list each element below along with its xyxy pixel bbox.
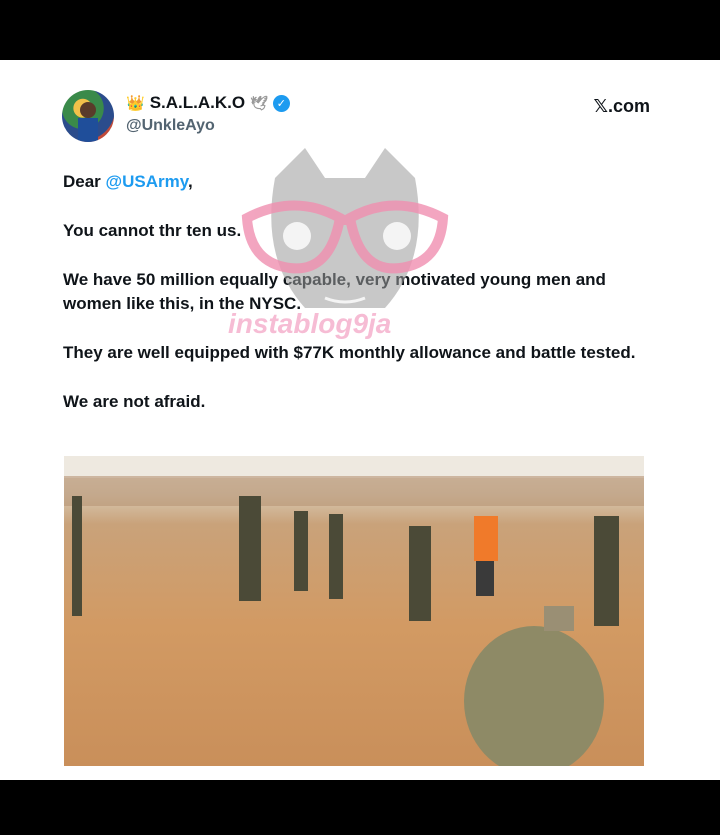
tweet-photo[interactable] xyxy=(64,456,644,766)
tweet-paragraph-5: We are not afraid. xyxy=(63,392,206,411)
greeting-line: Dear @USArmy, xyxy=(63,170,653,194)
tweet-card: 👑 S.A.L.A.K.O 🕊 ✓ @UnkleAyo 𝕏.com Dear @… xyxy=(0,60,720,780)
dove-icon: 🕊 xyxy=(250,94,268,111)
tweet-paragraph-2: You cannot thr ten us. xyxy=(63,221,242,240)
display-name-row[interactable]: 👑 S.A.L.A.K.O 🕊 ✓ xyxy=(126,93,290,113)
watermark-text: instablog9ja xyxy=(228,308,392,339)
greeting-prefix: Dear xyxy=(63,172,106,191)
verified-badge-icon: ✓ xyxy=(272,94,290,112)
mention-link[interactable]: @USArmy xyxy=(106,172,188,191)
display-name[interactable]: S.A.L.A.K.O xyxy=(150,93,245,113)
tweet-text: Dear @USArmy, You cannot thr ten us. We … xyxy=(63,170,653,439)
crown-icon: 👑 xyxy=(126,95,145,112)
avatar[interactable] xyxy=(62,90,114,142)
tweet-paragraph-4: They are well equipped with $77K monthly… xyxy=(63,343,636,362)
greeting-suffix: , xyxy=(187,172,193,191)
user-handle[interactable]: @UnkleAyo xyxy=(126,117,215,135)
source-label: 𝕏.com xyxy=(593,96,650,116)
